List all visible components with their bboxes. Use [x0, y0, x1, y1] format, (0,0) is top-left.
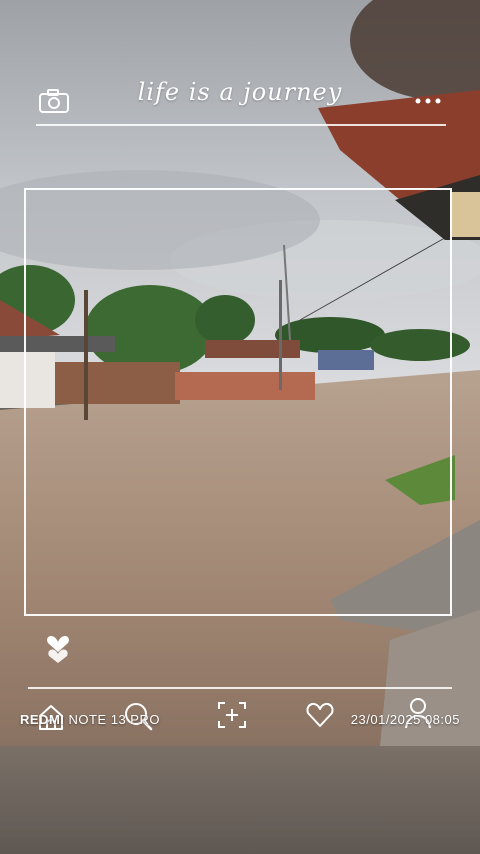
heart-outline-icon[interactable]	[304, 700, 336, 730]
camera-icon[interactable]	[38, 88, 70, 114]
more-dots-icon[interactable]	[414, 96, 442, 106]
home-icon[interactable]	[36, 702, 66, 732]
heart-filled-icon[interactable]	[42, 628, 74, 664]
add-frame-icon[interactable]	[216, 700, 248, 730]
search-icon[interactable]	[122, 700, 154, 732]
user-icon[interactable]	[402, 696, 434, 730]
